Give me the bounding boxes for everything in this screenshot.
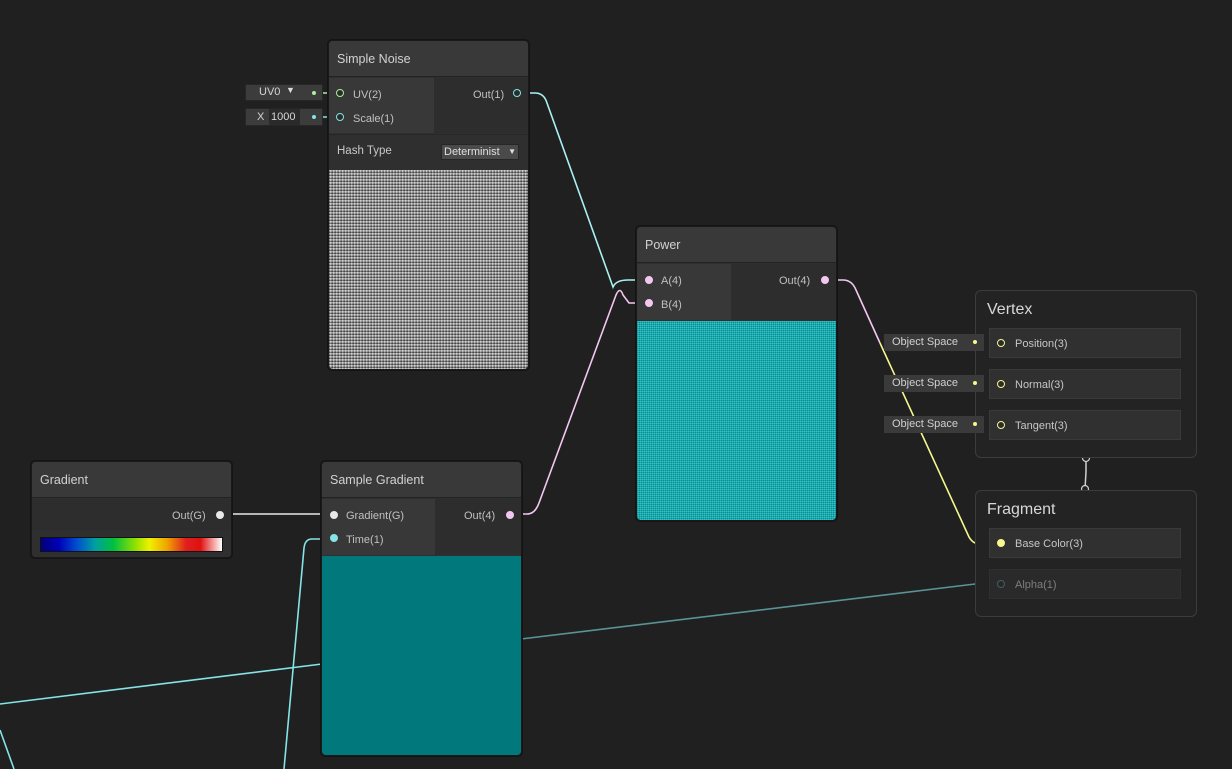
uv-channel-value: UV0 bbox=[259, 86, 281, 98]
sample-gradient-title[interactable]: Sample Gradient bbox=[322, 462, 521, 498]
port-base-color-in[interactable] bbox=[997, 539, 1005, 547]
scale-value-input[interactable]: 1000 bbox=[269, 109, 300, 125]
port-noise-out[interactable] bbox=[513, 89, 521, 97]
port-normal-in[interactable] bbox=[997, 380, 1005, 388]
slot-alpha[interactable]: Alpha(1) bbox=[989, 569, 1181, 599]
wire-left-float[interactable] bbox=[0, 663, 323, 705]
port-gradient-out-label: Out(G) bbox=[172, 510, 206, 522]
power-inputs bbox=[637, 264, 731, 320]
simple-noise-preview bbox=[329, 170, 528, 369]
power-title[interactable]: Power bbox=[637, 227, 836, 263]
port-noise-out-label: Out(1) bbox=[473, 89, 505, 101]
chevron-down-icon: ▼ bbox=[508, 147, 516, 156]
uv-channel-dropdown[interactable]: UV0 ▼ bbox=[245, 84, 323, 101]
tangent-space-dropdown[interactable]: Object Space bbox=[884, 416, 984, 433]
wire-left-vertical[interactable] bbox=[0, 729, 15, 769]
gradient-node[interactable]: Gradient Out(G) bbox=[31, 461, 232, 558]
fragment-title: Fragment bbox=[987, 501, 1056, 518]
slot-position-label: Position(3) bbox=[1015, 338, 1068, 350]
port-time-in[interactable] bbox=[330, 534, 338, 542]
slot-normal-label: Normal(3) bbox=[1015, 379, 1064, 391]
port-alpha-in[interactable] bbox=[997, 580, 1005, 588]
port-dot-tangent-space[interactable] bbox=[973, 422, 977, 426]
port-gradient-out[interactable] bbox=[216, 511, 224, 519]
simple-noise-title[interactable]: Simple Noise bbox=[329, 41, 528, 77]
scale-axis-label: X bbox=[257, 111, 265, 123]
port-position-in[interactable] bbox=[997, 339, 1005, 347]
port-scale-label: Scale(1) bbox=[353, 113, 394, 125]
port-dot-normal-space[interactable] bbox=[973, 381, 977, 385]
port-power-out[interactable] bbox=[821, 276, 829, 284]
hash-type-row: Hash Type Determinist ▼ bbox=[329, 134, 528, 170]
normal-space-value: Object Space bbox=[892, 377, 959, 389]
slot-tangent[interactable]: Tangent(3) bbox=[989, 410, 1181, 440]
hash-type-label: Hash Type bbox=[337, 145, 392, 157]
position-space-dropdown[interactable]: Object Space bbox=[884, 334, 984, 351]
port-b-label: B(4) bbox=[661, 299, 682, 311]
port-sample-out[interactable] bbox=[506, 511, 514, 519]
vertex-title: Vertex bbox=[987, 301, 1033, 318]
port-time-label: Time(1) bbox=[346, 534, 384, 546]
port-gradient-in-label: Gradient(G) bbox=[346, 510, 405, 522]
slot-base-color-label: Base Color(3) bbox=[1015, 538, 1083, 550]
port-dot-scale-field[interactable] bbox=[312, 115, 316, 119]
slot-normal[interactable]: Normal(3) bbox=[989, 369, 1181, 399]
port-power-out-label: Out(4) bbox=[779, 275, 811, 287]
gradient-swatch[interactable] bbox=[40, 537, 223, 552]
position-space-value: Object Space bbox=[892, 336, 959, 348]
power-preview bbox=[637, 321, 836, 520]
wire-vertex-to-fragment bbox=[1084, 458, 1087, 490]
port-uv-in[interactable] bbox=[336, 89, 344, 97]
scale-value-field[interactable]: X 1000 bbox=[245, 108, 323, 126]
tangent-space-value: Object Space bbox=[892, 418, 959, 430]
hash-type-dropdown[interactable]: Determinist ▼ bbox=[441, 144, 519, 160]
slot-base-color[interactable]: Base Color(3) bbox=[989, 528, 1181, 558]
sample-gradient-node[interactable]: Sample Gradient Gradient(G) Time(1) Out(… bbox=[321, 461, 522, 756]
port-a-in[interactable] bbox=[645, 276, 653, 284]
port-scale-in[interactable] bbox=[336, 113, 344, 121]
wire-sample-gradient-to-alpha[interactable] bbox=[520, 583, 1001, 640]
vertex-block[interactable]: Vertex Position(3) Normal(3) Tangent(3) bbox=[975, 290, 1197, 458]
port-dot-position-space[interactable] bbox=[973, 340, 977, 344]
port-dot-uv-field[interactable] bbox=[312, 91, 316, 95]
simple-noise-node[interactable]: Simple Noise UV(2) Scale(1) Out(1) Hash … bbox=[328, 40, 529, 370]
slot-tangent-label: Tangent(3) bbox=[1015, 420, 1068, 432]
fragment-block[interactable]: Fragment Base Color(3) Alpha(1) bbox=[975, 490, 1197, 617]
port-a-label: A(4) bbox=[661, 275, 682, 287]
sample-gradient-preview bbox=[322, 556, 521, 755]
port-gradient-in[interactable] bbox=[330, 511, 338, 519]
slot-position[interactable]: Position(3) bbox=[989, 328, 1181, 358]
slot-alpha-label: Alpha(1) bbox=[1015, 579, 1057, 591]
hash-type-value: Determinist bbox=[444, 146, 500, 158]
normal-space-dropdown[interactable]: Object Space bbox=[884, 375, 984, 392]
wire-sample-gradient-to-power-b[interactable] bbox=[509, 289, 648, 515]
gradient-title[interactable]: Gradient bbox=[32, 462, 231, 498]
wire-noise-to-power-a[interactable] bbox=[517, 92, 648, 290]
power-node[interactable]: Power A(4) B(4) Out(4) bbox=[636, 226, 837, 521]
chevron-down-icon: ▼ bbox=[286, 85, 295, 95]
port-b-in[interactable] bbox=[645, 299, 653, 307]
port-uv-label: UV(2) bbox=[353, 89, 382, 101]
port-sample-out-label: Out(4) bbox=[464, 510, 496, 522]
port-tangent-in[interactable] bbox=[997, 421, 1005, 429]
